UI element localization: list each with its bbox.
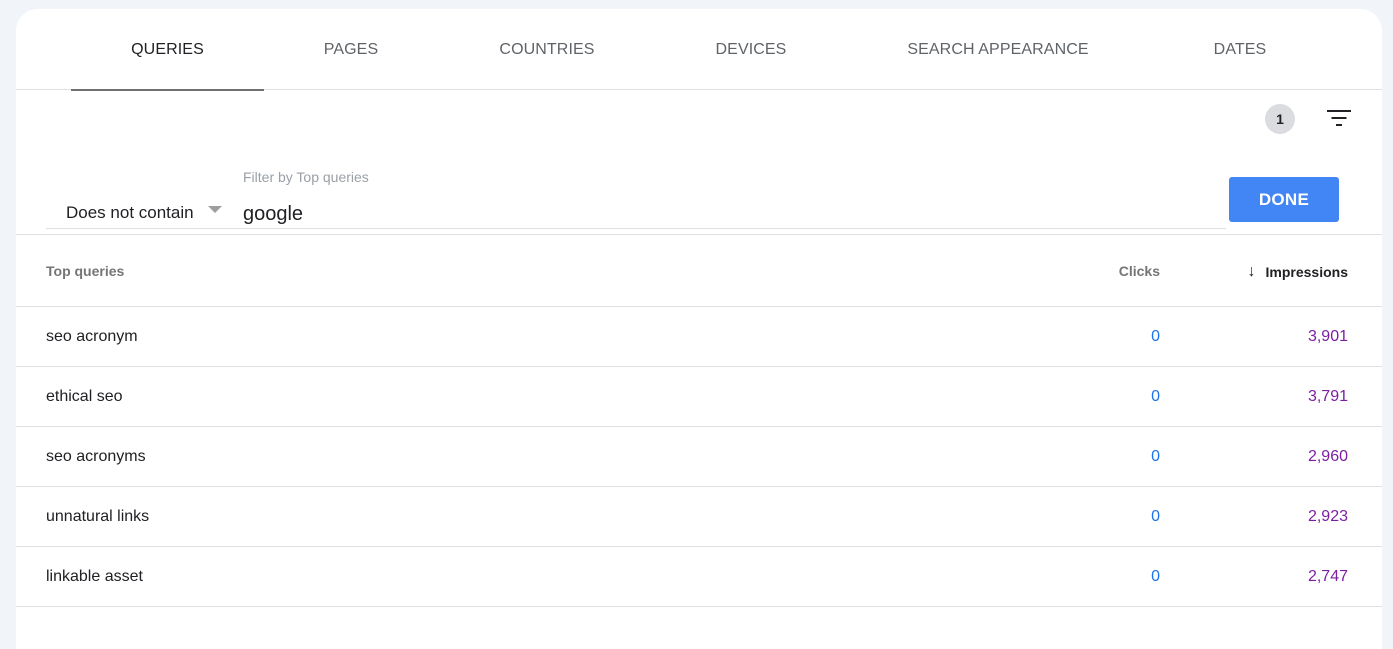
tab-devices[interactable]: DEVICES [681,9,821,90]
tab-queries[interactable]: QUERIES [71,9,264,91]
dimension-tabs: QUERIES PAGES COUNTRIES DEVICES SEARCH A… [16,9,1382,91]
impressions-cell: 2,960 [1307,448,1348,465]
query-cell: seo acronyms [46,448,146,465]
impressions-cell: 2,747 [1307,568,1348,585]
table-row[interactable]: seo acronyms 0 2,960 [16,427,1382,487]
done-button[interactable]: DONE [1229,177,1339,222]
query-cell: seo acronym [46,328,138,345]
table-row[interactable]: seo acronym 0 3,901 [16,307,1382,367]
clicks-cell: 0 [1151,328,1160,345]
tab-countries[interactable]: COUNTRIES [467,9,627,90]
query-cell: linkable asset [46,568,143,585]
column-header-impressions[interactable]: ↓ Impressions [1248,263,1348,281]
query-cell: ethical seo [46,388,123,405]
table-row[interactable]: linkable asset 0 2,747 [16,547,1382,607]
impressions-cell: 3,901 [1307,328,1348,345]
query-cell: unnatural links [46,508,150,525]
filter-operator-value: Does not contain [66,203,194,222]
filter-value-input[interactable] [226,194,1226,229]
filter-list-icon[interactable] [1326,108,1352,128]
filter-field-label: Filter by Top queries [243,169,369,185]
arrow-down-icon: ↓ [1247,263,1256,280]
impressions-cell: 2,923 [1307,508,1348,525]
column-header-clicks[interactable]: Clicks [1119,263,1160,279]
active-filter-count-badge[interactable]: 1 [1265,104,1295,134]
performance-card: QUERIES PAGES COUNTRIES DEVICES SEARCH A… [16,9,1382,649]
column-header-top-queries[interactable]: Top queries [46,263,124,279]
queries-table: Top queries Clicks ↓ Impressions seo acr… [16,235,1382,607]
tab-dates[interactable]: DATES [1190,9,1290,90]
clicks-cell: 0 [1151,448,1160,465]
table-row[interactable]: ethical seo 0 3,791 [16,367,1382,427]
clicks-cell: 0 [1151,568,1160,585]
table-header: Top queries Clicks ↓ Impressions [16,235,1382,307]
dropdown-caret-icon [208,206,222,213]
clicks-cell: 0 [1151,388,1160,405]
impressions-cell: 3,791 [1307,388,1348,405]
clicks-cell: 0 [1151,508,1160,525]
column-header-impressions-label: Impressions [1265,264,1348,280]
filter-operator-select[interactable]: Does not contain [46,194,226,229]
tab-pages[interactable]: PAGES [286,9,416,90]
tab-search-appearance[interactable]: SEARCH APPEARANCE [888,9,1108,90]
table-row[interactable]: unnatural links 0 2,923 [16,487,1382,547]
